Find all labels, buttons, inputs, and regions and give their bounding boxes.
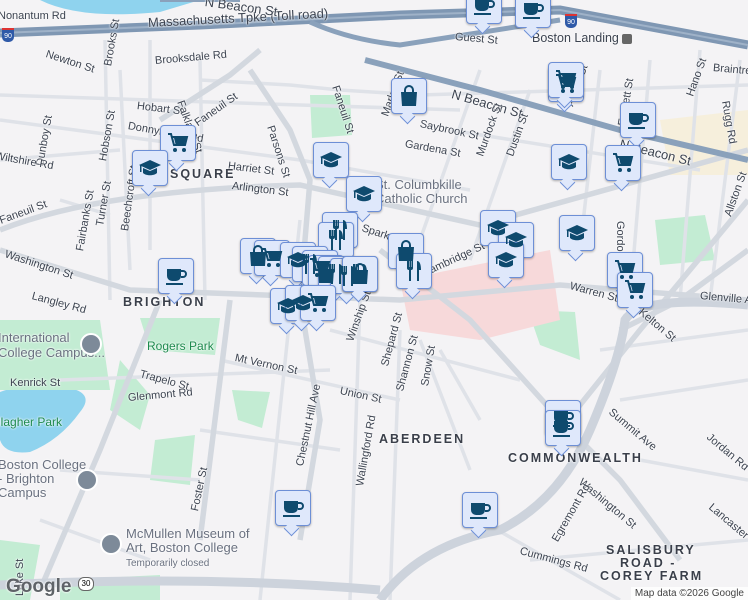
- shopping-bag-icon: [401, 85, 417, 106]
- poi-st-columbkille[interactable]: St. Columbkille Catholic Church: [375, 178, 468, 206]
- map-attribution[interactable]: Map data ©2026 Google: [630, 587, 748, 600]
- neighborhood-label: COMMONWEALTH: [508, 451, 643, 465]
- shopping-cart-icon: [168, 133, 189, 152]
- coffee-icon: [470, 503, 491, 519]
- map-marker-bag[interactable]: [391, 78, 427, 114]
- street-label: Kenrick St: [10, 377, 61, 389]
- shopping-cart-icon: [613, 153, 634, 172]
- shopping-cart-icon: [262, 248, 283, 267]
- poi-name: - Brighton: [0, 471, 55, 486]
- fork-knife-icon: [407, 261, 421, 281]
- map-marker-coffee[interactable]: [462, 492, 498, 528]
- map-marker-cart[interactable]: [300, 285, 336, 321]
- poi-name: McMullen Museum of: [126, 526, 250, 541]
- map-marker-school[interactable]: [132, 150, 168, 186]
- map-marker-school[interactable]: [551, 144, 587, 180]
- fork-knife-icon: [329, 230, 343, 250]
- coffee-icon: [283, 501, 304, 517]
- poi-name: Campus: [0, 485, 47, 500]
- coffee-icon: [523, 3, 544, 19]
- shopping-cart-icon: [625, 280, 646, 299]
- neighborhood-label: ROAD -: [620, 556, 677, 570]
- graduation-cap-icon: [495, 252, 517, 268]
- fork-knife-icon: [353, 264, 367, 284]
- school-poi-icon[interactable]: [76, 469, 98, 491]
- school-poi-icon[interactable]: [80, 333, 102, 355]
- graduation-cap-icon: [566, 225, 588, 241]
- poi-name: Boston College: [0, 457, 87, 472]
- park-label-gallagher[interactable]: Gallagher Park: [0, 415, 62, 429]
- museum-poi-icon[interactable]: [100, 533, 122, 555]
- graduation-cap-icon: [558, 154, 580, 170]
- coffee-icon: [553, 421, 574, 437]
- poi-name: International: [0, 330, 70, 345]
- park-label-rogers[interactable]: Rogers Park: [147, 339, 214, 353]
- shopping-cart-icon: [556, 70, 577, 89]
- graduation-cap-icon: [353, 186, 375, 202]
- poi-name: St. Columbkille: [375, 177, 462, 192]
- street-label: Nonantum Rd: [0, 10, 66, 22]
- neighborhood-label: COREY FARM: [600, 569, 704, 583]
- map-marker-coffee[interactable]: [275, 490, 311, 526]
- poi-name: Boston Landing: [532, 31, 619, 45]
- poi-boston-college-brighton[interactable]: Boston College - Brighton Campus: [0, 458, 86, 500]
- train-station-icon: [622, 33, 633, 44]
- poi-name: Catholic Church: [375, 191, 468, 206]
- poi-status: Temporarily closed: [126, 558, 210, 569]
- map-marker-cart[interactable]: [617, 272, 653, 308]
- map-marker-coffee[interactable]: [620, 102, 656, 138]
- map-marker-coffee[interactable]: [158, 258, 194, 294]
- route-30-shield: 30: [78, 577, 94, 591]
- coffee-icon: [628, 113, 649, 129]
- poi-name: Art, Boston College: [126, 540, 239, 555]
- map-marker-dining[interactable]: [396, 253, 432, 289]
- interstate-90-shield: 90: [565, 14, 577, 28]
- coffee-icon: [474, 0, 495, 15]
- graduation-cap-icon: [320, 152, 342, 168]
- google-logo: Google: [6, 576, 72, 597]
- neighborhood-label: ABERDEEN: [379, 432, 466, 446]
- shopping-cart-icon: [308, 293, 329, 312]
- neighborhood-label: SQUARE: [170, 167, 236, 181]
- coffee-icon: [166, 269, 187, 285]
- neighborhood-label: SALISBURY: [606, 543, 696, 557]
- map-marker-school[interactable]: [559, 215, 595, 251]
- poi-mcmullen-museum[interactable]: McMullen Museum of Art, Boston College Tem…: [126, 527, 250, 571]
- map-marker-coffee[interactable]: [515, 0, 551, 28]
- map-marker-school[interactable]: [313, 142, 349, 178]
- neighborhood-label: BRIGHTON: [123, 295, 206, 309]
- interstate-90-shield: 90: [2, 28, 14, 42]
- map-marker-school[interactable]: [346, 176, 382, 212]
- graduation-cap-icon: [139, 160, 161, 176]
- map-marker-coffee[interactable]: [466, 0, 502, 24]
- map-marker-cart[interactable]: [605, 145, 641, 181]
- map-marker-coffee[interactable]: [545, 410, 581, 446]
- poi-boston-landing[interactable]: Boston Landing: [532, 31, 633, 45]
